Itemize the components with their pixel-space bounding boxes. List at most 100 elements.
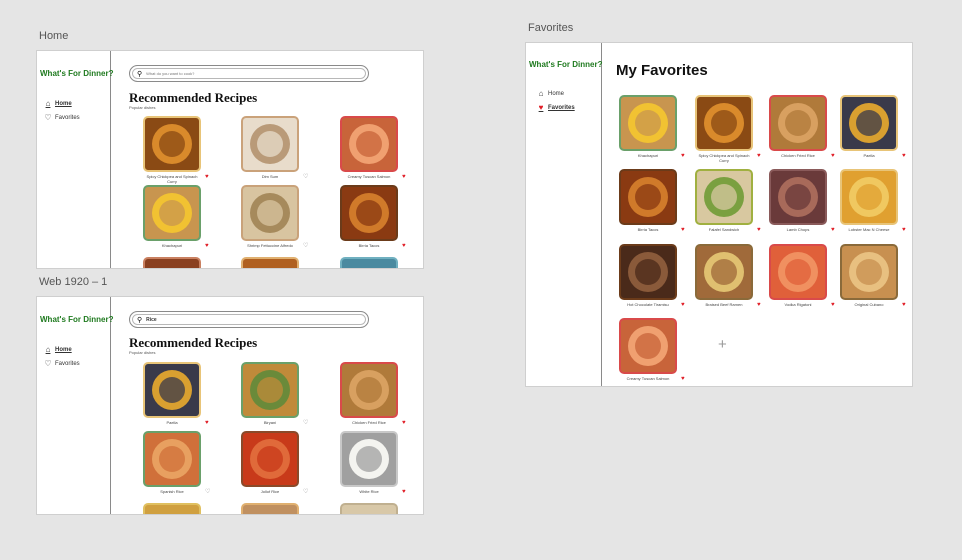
recipe-card[interactable]: Dim Sum (241, 116, 299, 179)
recipe-card[interactable]: Braised Beef Ramen (695, 244, 753, 307)
recipe-name: Original Cubano (854, 302, 884, 307)
dish-highlight (159, 200, 185, 226)
heart-filled-icon[interactable]: ♥ (902, 302, 906, 308)
heart-filled-icon[interactable]: ♥ (681, 302, 685, 308)
heart-filled-icon[interactable]: ♥ (681, 376, 685, 382)
recipe-card[interactable]: Birria Tacos (619, 169, 677, 232)
recipe-card[interactable]: Spicy Chickpea and Spinach Curry (695, 95, 753, 163)
recipe-name: Chicken Fried Rice (352, 420, 386, 425)
recipe-card[interactable]: Lamb Chops (769, 169, 827, 232)
recipe-card[interactable]: Creamy Tuscan Salmon (340, 116, 398, 179)
recipe-card[interactable]: Khachapuri (619, 95, 677, 158)
heart-filled-icon[interactable]: ♥ (681, 227, 685, 233)
recipe-card[interactable]: Original Cubano (840, 244, 898, 307)
heart-outline-icon[interactable]: ♡ (205, 489, 210, 495)
recipe-name: Khachapuri (637, 153, 659, 158)
nav-item-favorites[interactable]: ♡ Favorites (44, 360, 79, 368)
recipe-card[interactable] (143, 257, 201, 268)
heart-filled-icon[interactable]: ♥ (757, 227, 761, 233)
search-bar[interactable]: ⚲ (129, 65, 369, 82)
nav-item-home[interactable]: ⌂ Home (44, 100, 72, 108)
dish-highlight (635, 184, 661, 210)
recipe-card[interactable]: White Rice (340, 431, 398, 494)
add-favorite-button[interactable]: + (718, 337, 727, 352)
recipe-name: Jollof Rice (260, 489, 280, 494)
nav-item-home[interactable]: ⌂ Home (44, 346, 72, 354)
nav-item-favorites[interactable]: ♥ Favorites (537, 104, 575, 112)
recipe-card[interactable]: Spanish Rice (143, 431, 201, 494)
recipe-card[interactable]: Chicken Fried Rice (340, 362, 398, 425)
recipe-card[interactable]: Biryani (241, 362, 299, 425)
recipe-card[interactable]: Falafel Sandwich (695, 169, 753, 232)
recipe-card[interactable]: Birria Tacos (340, 185, 398, 248)
recipe-card[interactable]: Lobster Mac N Cheese (840, 169, 898, 232)
heart-filled-icon: ♥ (538, 103, 544, 112)
heart-filled-icon[interactable]: ♥ (902, 153, 906, 159)
recipe-card[interactable] (340, 503, 398, 514)
heart-filled-icon[interactable]: ♥ (831, 153, 835, 159)
nav-item-favorites[interactable]: ♡ Favorites (44, 114, 79, 122)
heart-filled-icon[interactable]: ♥ (205, 174, 209, 180)
heart-filled-icon[interactable]: ♥ (831, 302, 835, 308)
heart-filled-icon[interactable]: ♥ (402, 174, 406, 180)
recipe-card[interactable] (340, 257, 398, 268)
recipe-card[interactable]: Paella (143, 362, 201, 425)
recipe-card[interactable]: Vodka Rigatoni (769, 244, 827, 307)
recipe-image (340, 503, 398, 514)
recipe-name: Creamy Tuscan Salmon (626, 376, 670, 381)
nav-favorites-label: Favorites (548, 105, 575, 111)
dish-highlight (356, 131, 382, 157)
recipe-card[interactable]: Hot Chocolate Tiramisu (619, 244, 677, 307)
recipe-image (619, 318, 677, 374)
recipe-name: Birria Tacos (358, 243, 380, 248)
recipe-image (840, 244, 898, 300)
heart-filled-icon[interactable]: ♥ (402, 243, 406, 249)
recipe-card[interactable] (143, 503, 201, 514)
heart-filled-icon[interactable]: ♥ (902, 227, 906, 233)
recipe-card[interactable]: Jollof Rice (241, 431, 299, 494)
search-bar[interactable]: ⚲ (129, 311, 369, 328)
recipe-card[interactable]: Khachapuri (143, 185, 201, 248)
nav-item-home[interactable]: ⌂ Home (537, 90, 564, 98)
sidebar: What's For Dinner? ⌂ Home ♡ Favorites (37, 51, 114, 268)
recipe-image (840, 169, 898, 225)
heart-filled-icon[interactable]: ♥ (205, 243, 209, 249)
dish-shape (152, 265, 192, 268)
search-input[interactable] (146, 316, 347, 323)
recipe-card[interactable]: Chicken Fried Rice (769, 95, 827, 158)
heart-filled-icon[interactable]: ♥ (831, 227, 835, 233)
heart-filled-icon[interactable]: ♥ (402, 489, 406, 495)
heart-filled-icon[interactable]: ♥ (757, 302, 761, 308)
dish-shape (250, 265, 290, 268)
recipe-image (241, 116, 299, 172)
heart-outline-icon[interactable]: ♡ (303, 420, 308, 426)
recipe-card[interactable]: Spicy Chickpea and Spinach Curry (143, 116, 201, 184)
heart-outline-icon[interactable]: ♡ (303, 243, 308, 249)
search-input[interactable] (146, 71, 347, 76)
recipe-image (143, 503, 201, 514)
recipe-card[interactable]: Paella (840, 95, 898, 158)
recipe-card[interactable] (241, 257, 299, 268)
dish-highlight (785, 110, 811, 136)
sidebar: What's For Dinner? ⌂ Home ♥ Favorites (526, 43, 602, 386)
recipe-card[interactable]: Shrimp Fettuccine Alfredo (241, 185, 299, 248)
heart-filled-icon[interactable]: ♥ (205, 420, 209, 426)
heart-filled-icon[interactable]: ♥ (402, 420, 406, 426)
recipe-image (619, 244, 677, 300)
brand-title: What's For Dinner? (529, 60, 603, 69)
dish-highlight (785, 184, 811, 210)
recipe-name: Khachapuri (161, 243, 183, 248)
brand-title: What's For Dinner? (40, 69, 114, 78)
dish-highlight (711, 184, 737, 210)
favorites-artboard-label: Favorites (528, 22, 574, 34)
recipe-card[interactable] (241, 503, 299, 514)
heart-filled-icon[interactable]: ♥ (757, 153, 761, 159)
recipe-card[interactable]: Creamy Tuscan Salmon (619, 318, 677, 381)
heart-outline-icon[interactable]: ♡ (303, 489, 308, 495)
heart-filled-icon[interactable]: ♥ (681, 153, 685, 159)
recipe-image (340, 257, 398, 268)
recipe-image (241, 185, 299, 241)
heart-outline-icon[interactable]: ♡ (303, 174, 308, 180)
dish-highlight (159, 131, 185, 157)
recipe-image (695, 169, 753, 225)
